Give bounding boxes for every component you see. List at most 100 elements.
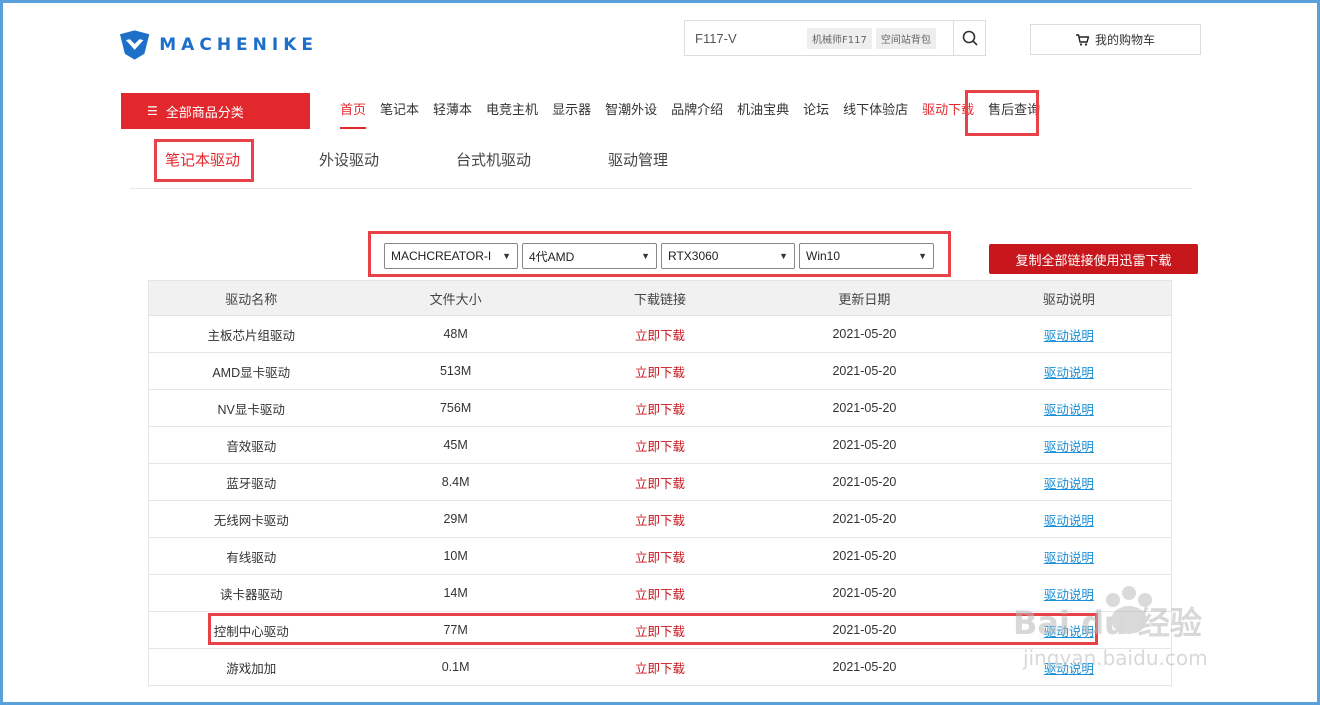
main-nav: 首页 笔记本 轻薄本 电竞主机 显示器 智潮外设 品牌介绍 机油宝典 论坛 线下… <box>333 91 1047 131</box>
driver-name-cell: 无线网卡驱动 <box>213 513 289 528</box>
table-row: 无线网卡驱动 29M 立即下载 2021-05-20 驱动说明 <box>149 500 1171 537</box>
file-size-cell: 10M <box>443 549 468 563</box>
chevron-down-icon: ▼ <box>502 251 511 261</box>
watermark-url: jingyan.baidu.com <box>1023 646 1208 670</box>
download-link[interactable]: 立即下载 <box>558 584 762 603</box>
update-date-cell: 2021-05-20 <box>832 438 897 452</box>
file-size-cell: 29M <box>443 512 468 526</box>
driver-name-cell: NV显卡驱动 <box>217 402 285 417</box>
nav-item-notebook[interactable]: 笔记本 <box>380 93 419 129</box>
download-link[interactable]: 立即下载 <box>558 399 762 418</box>
driver-doc-link[interactable]: 驱动说明 <box>967 473 1171 492</box>
nav-item-gaming-pc[interactable]: 电竞主机 <box>486 93 538 129</box>
logo-text: MACHENIKE <box>159 35 318 55</box>
hot-tag-2[interactable]: 空间站背包 <box>875 27 936 49</box>
copy-all-links-button[interactable]: 复制全部链接使用迅雷下载 <box>989 244 1198 274</box>
download-link[interactable]: 立即下载 <box>558 547 762 566</box>
chevron-down-icon: ▼ <box>779 251 788 261</box>
machenike-shield-icon <box>119 30 150 60</box>
update-date-cell: 2021-05-20 <box>832 475 897 489</box>
nav-item-stores[interactable]: 线下体验店 <box>843 93 908 129</box>
nav-item-monitor[interactable]: 显示器 <box>552 93 591 129</box>
search-bar: 机械师F117 空间站背包 <box>684 20 986 56</box>
update-date-cell: 2021-05-20 <box>832 364 897 378</box>
file-size-cell: 48M <box>443 327 468 341</box>
driver-name-cell: AMD显卡驱动 <box>212 365 291 380</box>
nav-item-after-sales[interactable]: 售后查询 <box>988 93 1040 129</box>
search-icon <box>962 30 978 46</box>
hot-tag-1[interactable]: 机械师F117 <box>807 27 872 49</box>
driver-name-cell: 音效驱动 <box>226 439 277 454</box>
update-date-cell: 2021-05-20 <box>832 549 897 563</box>
table-row: NV显卡驱动 756M 立即下载 2021-05-20 驱动说明 <box>149 389 1171 426</box>
cart-icon <box>1075 33 1089 46</box>
nav-item-peripherals[interactable]: 智潮外设 <box>605 93 657 129</box>
nav-item-guide[interactable]: 机油宝典 <box>737 93 789 129</box>
tab-driver-management[interactable]: 驱动管理 <box>608 148 668 172</box>
driver-doc-link[interactable]: 驱动说明 <box>967 547 1171 566</box>
file-size-cell: 0.1M <box>441 660 470 674</box>
download-link[interactable]: 立即下载 <box>558 325 762 344</box>
driver-name-cell: 游戏加加 <box>226 661 277 676</box>
tab-notebook-drivers[interactable]: 笔记本驱动 <box>165 148 240 172</box>
file-size-cell: 756M <box>439 401 472 415</box>
header-file-size: 文件大小 <box>429 291 482 307</box>
driver-name-cell: 蓝牙驱动 <box>226 476 277 491</box>
driver-name-cell: 读卡器驱动 <box>219 587 283 602</box>
nav-item-home[interactable]: 首页 <box>340 93 367 129</box>
search-button[interactable] <box>953 21 985 55</box>
list-icon: ☰ <box>147 104 158 118</box>
update-date-cell: 2021-05-20 <box>832 401 897 415</box>
driver-name-cell: 控制中心驱动 <box>213 624 289 639</box>
download-link[interactable]: 立即下载 <box>558 436 762 455</box>
nav-item-ultrabook[interactable]: 轻薄本 <box>433 93 472 129</box>
machenike-logo[interactable]: MACHENIKE <box>118 27 318 63</box>
file-size-cell: 45M <box>443 438 468 452</box>
driver-doc-link[interactable]: 驱动说明 <box>967 399 1171 418</box>
all-categories-button[interactable]: ☰ 全部商品分类 <box>121 93 310 129</box>
model-select-value: MACHCREATOR-I <box>391 249 492 263</box>
download-link[interactable]: 立即下载 <box>558 510 762 529</box>
table-row: 主板芯片组驱动 48M 立即下载 2021-05-20 驱动说明 <box>149 315 1171 352</box>
nav-item-driver-download[interactable]: 驱动下载 <box>922 93 974 129</box>
search-input[interactable] <box>685 21 803 55</box>
gpu-select[interactable]: RTX3060 ▼ <box>661 243 795 269</box>
cpu-select[interactable]: 4代AMD ▼ <box>522 243 657 269</box>
update-date-cell: 2021-05-20 <box>832 623 897 637</box>
tab-peripheral-drivers[interactable]: 外设驱动 <box>319 148 379 172</box>
os-select[interactable]: Win10 ▼ <box>799 243 934 269</box>
model-select[interactable]: MACHCREATOR-I ▼ <box>384 243 518 269</box>
file-size-cell: 8.4M <box>441 475 470 489</box>
download-link[interactable]: 立即下载 <box>558 362 762 381</box>
driver-doc-link[interactable]: 驱动说明 <box>967 436 1171 455</box>
table-header: 驱动名称 文件大小 下载链接 更新日期 驱动说明 <box>149 281 1171 315</box>
download-link[interactable]: 立即下载 <box>558 621 762 640</box>
table-row: 有线驱动 10M 立即下载 2021-05-20 驱动说明 <box>149 537 1171 574</box>
os-select-value: Win10 <box>806 249 841 263</box>
update-date-cell: 2021-05-20 <box>832 512 897 526</box>
driver-doc-link[interactable]: 驱动说明 <box>967 510 1171 529</box>
baidu-watermark: Bai du 经验 jingyan.baidu.com <box>1003 578 1303 678</box>
all-categories-label: 全部商品分类 <box>165 105 244 121</box>
file-size-cell: 77M <box>443 623 468 637</box>
cart-button[interactable]: 我的购物车 <box>1030 24 1201 55</box>
cart-label: 我的购物车 <box>1094 33 1155 47</box>
download-link[interactable]: 立即下载 <box>558 658 762 677</box>
table-row: AMD显卡驱动 513M 立即下载 2021-05-20 驱动说明 <box>149 352 1171 389</box>
driver-doc-link[interactable]: 驱动说明 <box>967 325 1171 344</box>
header-driver-name: 驱动名称 <box>225 291 278 307</box>
header-download-link: 下载链接 <box>634 291 687 307</box>
file-size-cell: 513M <box>439 364 472 378</box>
nav-item-brand[interactable]: 品牌介绍 <box>671 93 723 129</box>
nav-item-forum[interactable]: 论坛 <box>803 93 829 129</box>
table-row: 音效驱动 45M 立即下载 2021-05-20 驱动说明 <box>149 426 1171 463</box>
tab-desktop-drivers[interactable]: 台式机驱动 <box>456 148 531 172</box>
table-row: 蓝牙驱动 8.4M 立即下载 2021-05-20 驱动说明 <box>149 463 1171 500</box>
chevron-down-icon: ▼ <box>918 251 927 261</box>
tabs-divider <box>130 188 1192 189</box>
download-link[interactable]: 立即下载 <box>558 473 762 492</box>
driver-doc-link[interactable]: 驱动说明 <box>967 362 1171 381</box>
file-size-cell: 14M <box>443 586 468 600</box>
update-date-cell: 2021-05-20 <box>832 586 897 600</box>
gpu-select-value: RTX3060 <box>668 249 719 263</box>
